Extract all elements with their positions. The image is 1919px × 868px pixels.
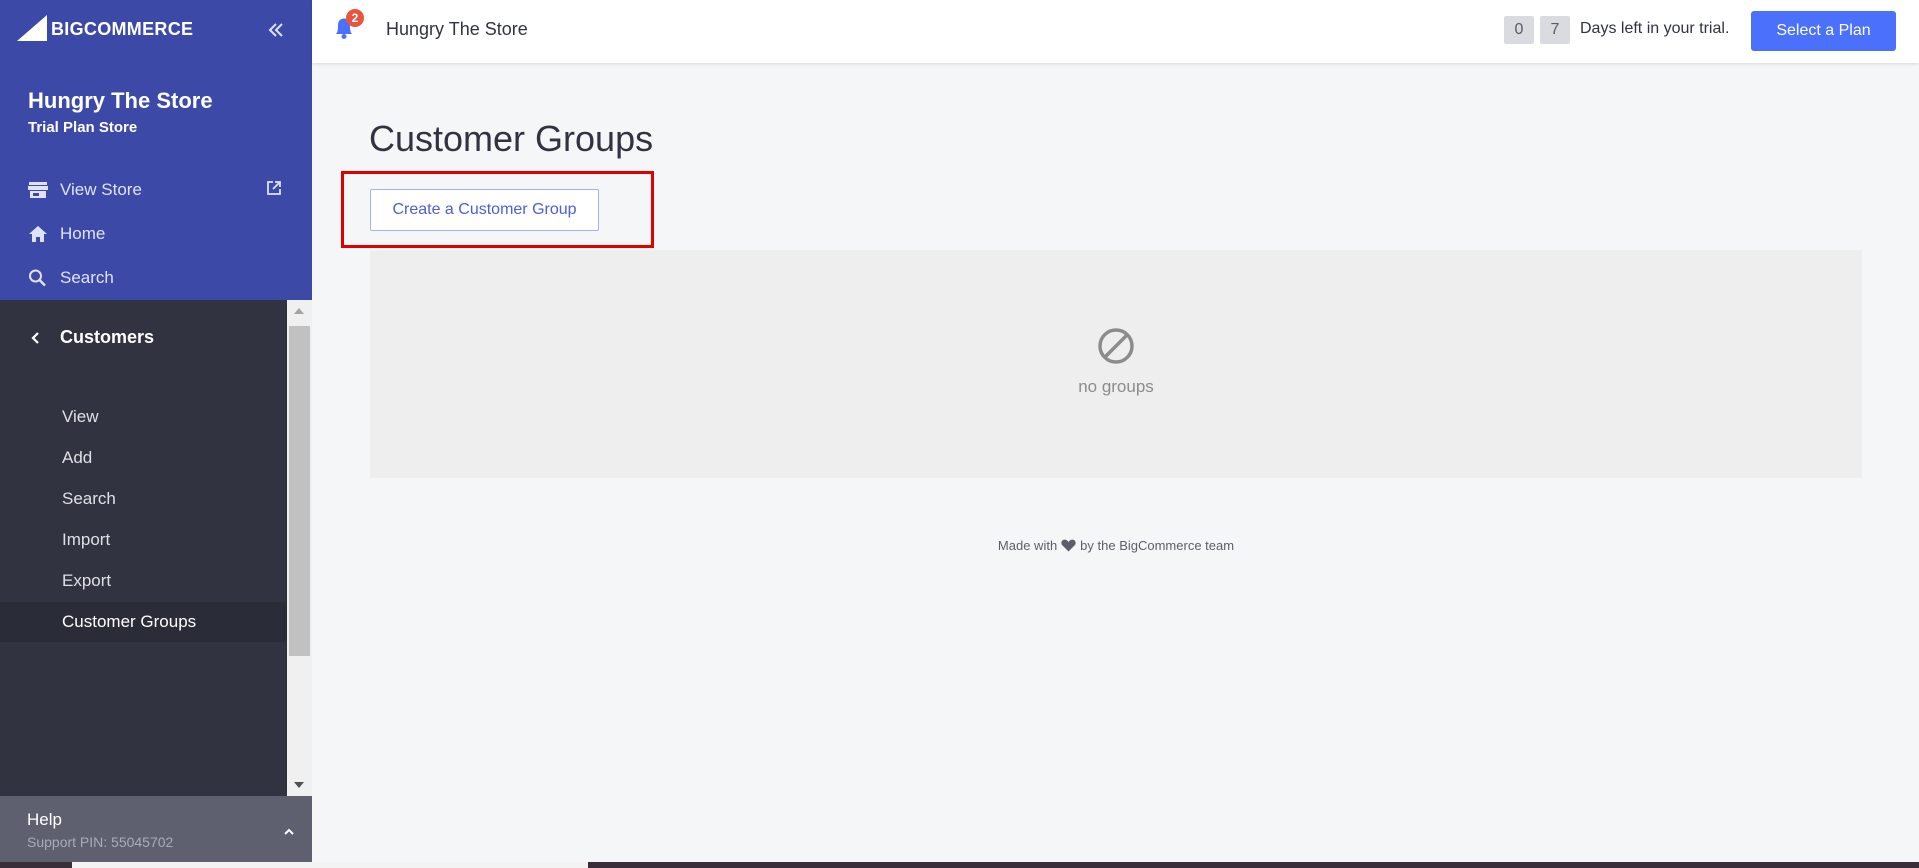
submenu-item-import[interactable]: Import	[0, 520, 287, 560]
store-icon	[28, 182, 48, 198]
notification-badge: 2	[346, 9, 364, 27]
nav-search-label: Search	[60, 268, 114, 287]
page-title: Customer Groups	[369, 118, 654, 159]
nav-home-label: Home	[60, 224, 106, 243]
select-plan-button[interactable]: Select a Plan	[1751, 11, 1896, 51]
nav-view-store[interactable]: View Store	[28, 176, 142, 204]
nav-view-store-label: View Store	[60, 180, 142, 199]
scroll-down-arrow[interactable]	[294, 782, 304, 788]
submenu-item-view[interactable]: View	[0, 397, 287, 437]
bigcommerce-logo[interactable]: BIGCOMMERCE	[17, 13, 193, 45]
sidebar-store-plan: Trial Plan Store	[28, 119, 138, 136]
trial-text: Days left in your trial.	[1580, 20, 1730, 37]
footer-text-after: by the BigCommerce team	[1080, 538, 1235, 553]
sidebar-scrollbar[interactable]	[287, 300, 312, 796]
submenu-item-label: Customer Groups	[62, 612, 197, 631]
heart-icon	[1061, 539, 1076, 552]
submenu-item-search[interactable]: Search	[0, 479, 287, 519]
footer-text-before: Made with	[997, 538, 1058, 553]
taskbar-strip	[0, 862, 1919, 868]
empty-state-text: no groups	[1078, 377, 1154, 396]
home-icon	[29, 226, 47, 242]
create-customer-group-button[interactable]: Create a Customer Group	[370, 189, 599, 231]
chevron-up-icon[interactable]	[283, 822, 295, 840]
logo-text: BIGCOMMERCE	[51, 18, 194, 39]
submenu-item-label: Add	[62, 448, 93, 467]
top-bar: 2 Hungry The Store 0 7 Days left in your…	[312, 0, 1919, 63]
submenu-item-label: Search	[62, 489, 116, 508]
scroll-up-arrow[interactable]	[294, 308, 304, 314]
no-entry-icon	[1097, 327, 1135, 370]
search-icon	[29, 269, 46, 287]
collapse-sidebar-icon[interactable]	[266, 20, 286, 40]
submenu-item-label: View	[62, 407, 99, 426]
submenu-item-add[interactable]: Add	[0, 438, 287, 478]
empty-state-panel: no groups	[370, 250, 1862, 478]
help-panel[interactable]: Help Support PIN: 55045702	[0, 796, 312, 868]
submenu-item-label: Export	[62, 571, 112, 590]
external-link-icon[interactable]	[266, 180, 282, 201]
submenu-title: Customers	[60, 327, 155, 347]
submenu-item-export[interactable]: Export	[0, 561, 287, 601]
submenu-item-label: Import	[62, 530, 111, 549]
topbar-store-name: Hungry The Store	[386, 19, 528, 39]
sidebar: BIGCOMMERCE Hungry The Store Trial Plan …	[0, 0, 312, 868]
footer: Made with by the BigCommerce team	[370, 538, 1862, 553]
nav-search[interactable]: Search	[28, 264, 114, 292]
submenu-item-customer-groups[interactable]: Customer Groups	[0, 602, 287, 642]
help-title: Help	[27, 810, 62, 829]
trial-days-digit: 7	[1540, 16, 1570, 44]
chevron-left-icon	[31, 331, 39, 344]
taskbar-segment	[72, 862, 588, 868]
support-pin: Support PIN: 55045702	[27, 834, 174, 850]
sidebar-store-name: Hungry The Store	[28, 88, 213, 113]
nav-home[interactable]: Home	[28, 220, 105, 248]
scroll-thumb[interactable]	[289, 326, 310, 656]
submenu-back-customers[interactable]: Customers	[30, 327, 154, 348]
trial-days-digit: 0	[1504, 16, 1534, 44]
sidebar-header: BIGCOMMERCE Hungry The Store Trial Plan …	[0, 0, 312, 300]
